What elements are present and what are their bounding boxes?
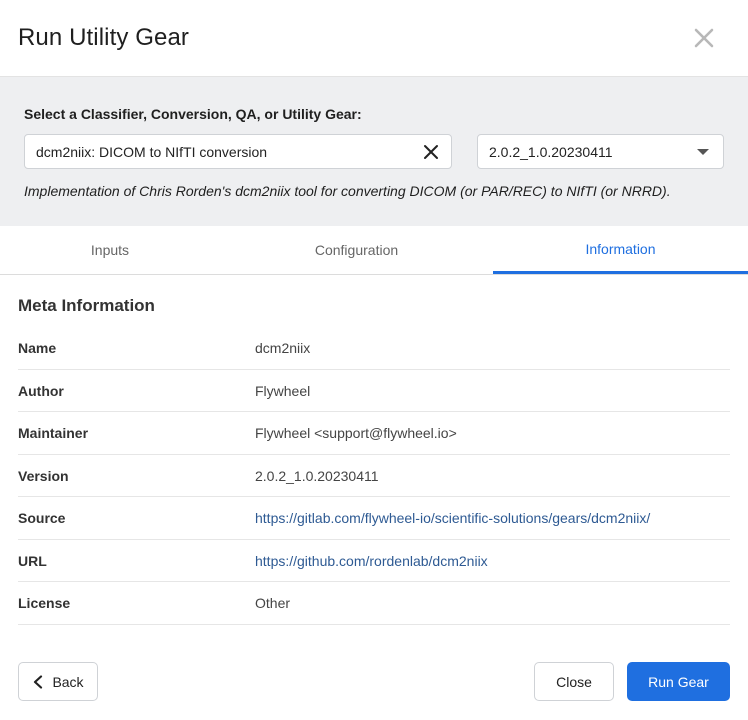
meta-key: Source xyxy=(18,510,66,526)
close-icon[interactable] xyxy=(690,24,718,52)
gear-selector-panel: Select a Classifier, Conversion, QA, or … xyxy=(0,77,748,226)
run-gear-button[interactable]: Run Gear xyxy=(627,662,730,701)
meta-value: Other xyxy=(255,595,291,611)
meta-value: 2.0.2_1.0.20230411 xyxy=(255,467,379,484)
clear-icon[interactable] xyxy=(423,144,439,160)
version-select-value: 2.0.2_1.0.20230411 xyxy=(489,144,613,160)
table-row: Name dcm2niix xyxy=(18,327,730,370)
gear-selector-label: Select a Classifier, Conversion, QA, or … xyxy=(24,106,362,122)
meta-key: Maintainer xyxy=(18,425,89,441)
meta-information-heading: Meta Information xyxy=(18,296,155,315)
meta-value: Flywheel <support@flywheel.io> xyxy=(255,425,457,441)
back-button-label: Back xyxy=(52,673,84,690)
tab-inputs[interactable]: Inputs xyxy=(0,226,220,274)
meta-value: dcm2niix xyxy=(255,340,311,356)
meta-key: URL xyxy=(18,552,47,569)
tab-bar: Inputs Configuration Information xyxy=(0,226,748,275)
tab-configuration[interactable]: Configuration xyxy=(220,226,493,274)
source-link[interactable]: https://gitlab.com/flywheel-io/scientifi… xyxy=(255,510,650,526)
meta-key: Author xyxy=(18,382,64,399)
gear-input-value: dcm2niix: DICOM to NIfTI conversion xyxy=(36,144,268,160)
dialog-header: Run Utility Gear xyxy=(0,0,748,77)
meta-information-table: Name dcm2niix Author Flywheel Maintainer… xyxy=(18,327,730,625)
meta-key: Name xyxy=(18,340,57,356)
tab-information[interactable]: Information xyxy=(493,226,748,274)
gear-search-input[interactable]: dcm2niix: DICOM to NIfTI conversion xyxy=(24,134,452,169)
table-row: Source https://gitlab.com/flywheel-io/sc… xyxy=(18,497,730,540)
chevron-left-icon xyxy=(34,674,43,689)
caret-down-icon xyxy=(697,149,709,155)
meta-value: Flywheel xyxy=(255,382,311,399)
table-row: Author Flywheel xyxy=(18,370,730,412)
table-row: URL https://github.com/rordenlab/dcm2nii… xyxy=(18,540,730,582)
back-button[interactable]: Back xyxy=(18,662,98,701)
table-row: Maintainer Flywheel <support@flywheel.io… xyxy=(18,412,730,455)
meta-key: Version xyxy=(18,467,69,484)
meta-key: License xyxy=(18,595,71,611)
table-row: License Other xyxy=(18,582,730,625)
url-link[interactable]: https://github.com/rordenlab/dcm2niix xyxy=(255,553,488,569)
version-select[interactable]: 2.0.2_1.0.20230411 xyxy=(477,134,724,169)
close-button[interactable]: Close xyxy=(534,662,614,701)
gear-description: Implementation of Chris Rorden's dcm2nii… xyxy=(24,183,671,199)
table-row: Version 2.0.2_1.0.20230411 xyxy=(18,455,730,497)
dialog-title: Run Utility Gear xyxy=(18,24,189,51)
